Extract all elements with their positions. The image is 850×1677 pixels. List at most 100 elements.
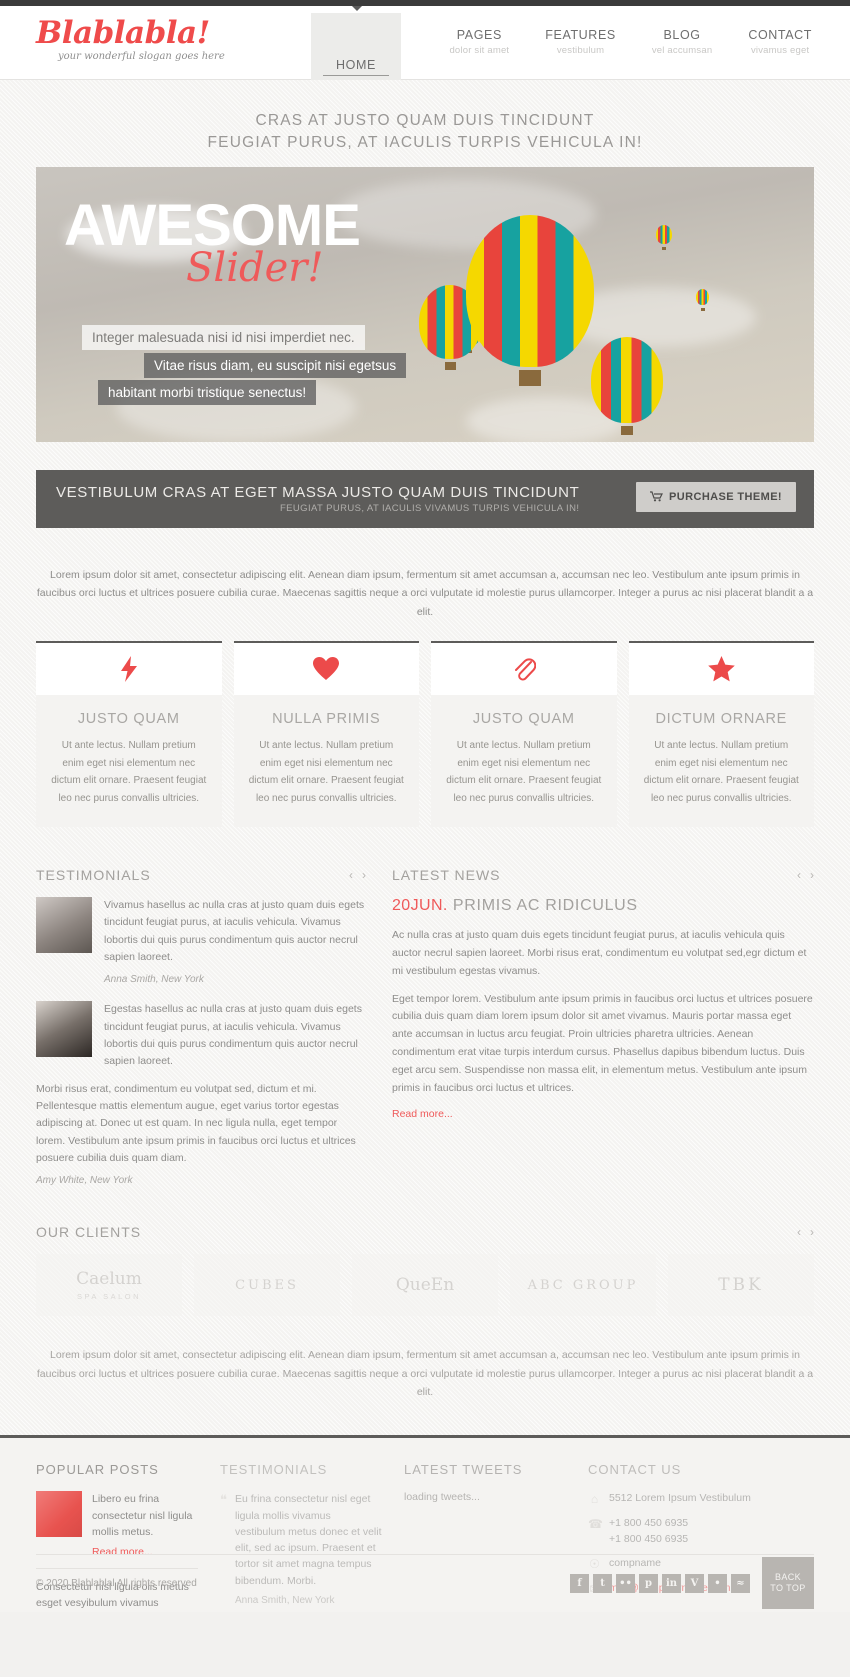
- client-name: TBK: [718, 1275, 764, 1296]
- feature-text: Ut ante lectus. Nullam pretium enim eget…: [643, 740, 799, 804]
- contact-address-row: ⌂ 5512 Lorem Ipsum Vestibulum: [588, 1491, 770, 1507]
- news-read-more-link[interactable]: Read more...: [392, 1108, 814, 1120]
- feature-title: DICTUM ORNARE: [655, 711, 788, 728]
- feature-card[interactable]: NULLA PRIMIS Ut ante lectus. Nullam pret…: [233, 641, 419, 828]
- next-arrow-icon[interactable]: ›: [810, 1225, 814, 1239]
- testimonial-item: Egestas hasellus ac nulla cras at justo …: [36, 1001, 366, 1070]
- latest-news-heading: LATEST NEWS: [392, 867, 501, 884]
- intro-paragraph: Lorem ipsum dolor sit amet, consectetur …: [36, 568, 814, 618]
- feature-icon-box: [233, 643, 419, 696]
- prev-arrow-icon[interactable]: ‹: [797, 1225, 801, 1239]
- nav-item-features-label: FEATURES: [545, 28, 616, 42]
- flickr-icon[interactable]: ••: [616, 1574, 635, 1594]
- feature-card[interactable]: JUSTO QUAM Ut ante lectus. Nullam pretiu…: [431, 641, 617, 828]
- feature-title: JUSTO QUAM: [77, 711, 180, 728]
- testimonial-item: Vivamus hasellus ac nulla cras at justo …: [36, 897, 366, 985]
- purchase-theme-button[interactable]: PURCHASE THEME!: [636, 481, 796, 512]
- footer-testimonials-heading: TESTIMONIALS: [220, 1462, 328, 1478]
- hero-slider[interactable]: AWESOME Slider! Integer malesuada nisi i…: [36, 166, 814, 442]
- back-to-top-line2: TO TOP: [770, 1583, 806, 1594]
- nav-item-contact-sub: vivamus eget: [750, 45, 810, 56]
- outro-paragraph: Lorem ipsum dolor sit amet, consectetur …: [36, 1349, 814, 1398]
- hot-air-balloon-icon: [466, 214, 594, 386]
- nav-item-features[interactable]: FEATURES vestibulum: [527, 6, 634, 56]
- post-title: Libero eu frina consectetur nisl ligula …: [92, 1493, 193, 1538]
- nav-item-blog-label: BLOG: [663, 28, 701, 42]
- nav-item-blog-sub: vel accumsan: [651, 45, 713, 56]
- page-title-line2: FEUGIAT PURUS, AT IACULIS TURPIS VEHICUL…: [207, 134, 643, 152]
- news-date: 20JUN.: [392, 897, 448, 915]
- news-headline[interactable]: PRIMIS AC RIDICULUS: [453, 897, 638, 914]
- client-logo[interactable]: TBK: [668, 1254, 814, 1317]
- facebook-icon[interactable]: f: [570, 1574, 589, 1594]
- client-name: CUBES: [235, 1277, 299, 1293]
- popular-post-item[interactable]: Libero eu frina consectetur nisl ligula …: [36, 1491, 198, 1558]
- twitter-icon[interactable]: t: [593, 1574, 612, 1594]
- hot-air-balloon-icon: [591, 336, 663, 435]
- hot-air-balloon-icon: [656, 224, 672, 250]
- testimonials-heading: TESTIMONIALS: [36, 867, 151, 884]
- active-tab-arrow-icon: [352, 6, 362, 11]
- nav-item-pages-sub: dolor sit amet: [449, 45, 510, 56]
- site-header: Blablabla! your wonderful slogan goes he…: [0, 6, 850, 80]
- rss-icon[interactable]: ≈: [731, 1574, 750, 1594]
- page-title: CRAS AT JUSTO QUAM DUIS TINCIDUNT FEUGIA…: [0, 80, 850, 167]
- client-logo[interactable]: CUBES: [194, 1254, 340, 1317]
- testimonials-header: TESTIMONIALS ‹ ›: [36, 867, 366, 883]
- cart-icon: [650, 491, 664, 502]
- slide-caption-3: habitant morbi tristique senectus!: [98, 379, 317, 405]
- nav-item-pages[interactable]: PAGES dolor sit amet: [431, 6, 527, 56]
- feature-icon-box: [628, 643, 814, 696]
- feature-title: JUSTO QUAM: [472, 711, 575, 728]
- news-paragraph: Ac nulla cras at justo quam duis egets t…: [392, 929, 807, 977]
- promo-banner: VESTIBULUM CRAS AT EGET MASSA JUSTO QUAM…: [36, 469, 814, 528]
- pinterest-icon[interactable]: p: [639, 1574, 658, 1594]
- next-arrow-icon[interactable]: ›: [810, 868, 814, 882]
- client-logo[interactable]: ABC GROUP: [510, 1254, 656, 1317]
- client-name: Caelum: [76, 1269, 142, 1290]
- linkedin-icon[interactable]: in: [662, 1574, 681, 1594]
- social-links: f t •• p in V • ≈: [570, 1574, 750, 1594]
- vimeo-icon[interactable]: V: [685, 1574, 704, 1594]
- logo[interactable]: Blablabla! your wonderful slogan goes he…: [36, 18, 276, 63]
- client-logo[interactable]: Caelum SPA SALON: [36, 1254, 182, 1317]
- feature-icon-box: [36, 643, 222, 696]
- client-logo[interactable]: QueEn: [352, 1254, 498, 1317]
- nav-item-pages-label: PAGES: [456, 28, 502, 42]
- dribbble-icon[interactable]: •: [708, 1574, 727, 1594]
- testimonial-text-continued: Morbi risus erat, condimentum eu volutpa…: [36, 1082, 356, 1164]
- prev-arrow-icon[interactable]: ‹: [797, 868, 801, 882]
- testimonial-author: Amy White, New York: [36, 1175, 133, 1187]
- contact-phone-row: ☎ +1 800 450 6935 +1 800 450 6935: [588, 1516, 770, 1546]
- news-title-row: 20JUN. PRIMIS AC RIDICULUS: [392, 897, 814, 915]
- next-arrow-icon[interactable]: ›: [362, 868, 366, 882]
- nav-item-blog[interactable]: BLOG vel accumsan: [634, 6, 730, 56]
- latest-news-header: LATEST NEWS ‹ ›: [392, 867, 814, 883]
- testimonial-text: Egestas hasellus ac nulla cras at justo …: [104, 1003, 362, 1068]
- feature-card[interactable]: DICTUM ORNARE Ut ante lectus. Nullam pre…: [628, 641, 814, 828]
- back-to-top-line1: BACK: [774, 1572, 802, 1583]
- feature-card[interactable]: JUSTO QUAM Ut ante lectus. Nullam pretiu…: [36, 641, 222, 828]
- client-name: ABC GROUP: [527, 1277, 639, 1293]
- copyright-text: © 2020 Blablablal All rights reserved: [36, 1578, 197, 1590]
- nav-item-contact[interactable]: CONTACT vivamus eget: [730, 6, 830, 56]
- testimonials-column: TESTIMONIALS ‹ › Vivamus hasellus ac nul…: [36, 867, 366, 1186]
- footer-testimonials: TESTIMONIALS ❝ Eu frina consectetur nisl…: [220, 1462, 382, 1606]
- promo-banner-title: VESTIBULUM CRAS AT EGET MASSA JUSTO QUAM…: [56, 483, 580, 501]
- clients-carousel-controls: ‹ ›: [797, 1225, 814, 1239]
- purchase-theme-button-label: PURCHASE THEME!: [669, 490, 782, 503]
- news-paragraph: Eget tempor lorem. Vestibulum ante ipsum…: [392, 992, 813, 1094]
- star-icon: [707, 656, 735, 682]
- nav-item-home[interactable]: HOME: [311, 13, 401, 80]
- avatar: [36, 897, 92, 954]
- nav-item-contact-label: CONTACT: [748, 28, 812, 42]
- slider-section: AWESOME Slider! Integer malesuada nisi i…: [0, 166, 850, 442]
- nav-item-features-sub: vestibulum: [556, 45, 605, 56]
- prev-arrow-icon[interactable]: ‹: [349, 868, 353, 882]
- clients-heading: OUR CLIENTS: [36, 1224, 142, 1241]
- footer-contact: CONTACT US ⌂ 5512 Lorem Ipsum Vestibulum…: [588, 1462, 770, 1612]
- phone-icon: ☎: [588, 1517, 603, 1532]
- back-to-top-button[interactable]: BACK TO TOP: [762, 1557, 814, 1610]
- paperclip-icon: [514, 658, 536, 681]
- post-thumbnail: [36, 1491, 82, 1538]
